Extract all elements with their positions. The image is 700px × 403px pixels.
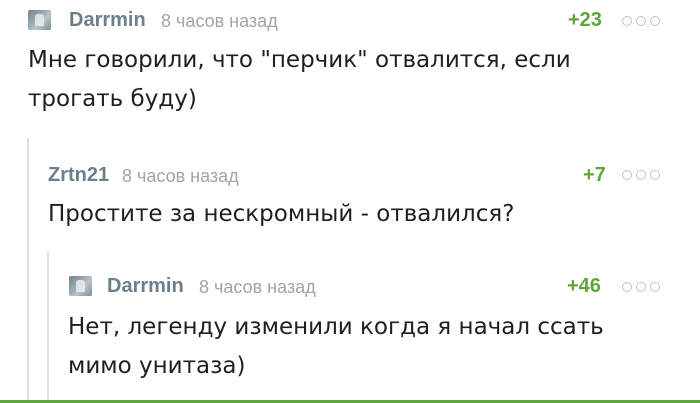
comment-author[interactable]: Darrmin: [69, 9, 146, 32]
more-options-icon[interactable]: [622, 281, 660, 293]
comment-reply: Darrmin 8 часов назад +46 Нет, легенду и…: [0, 251, 700, 403]
comment-author[interactable]: Zrtn21: [48, 164, 109, 187]
avatar[interactable]: [69, 276, 92, 296]
comment-rating: +46: [567, 275, 601, 297]
comment-text-line: Нет, легенду изменили когда я начал ссат…: [68, 314, 604, 340]
comment-reply: Zrtn21 8 часов назад +7 Простите за неск…: [0, 137, 700, 251]
comment-rating: +23: [568, 9, 602, 31]
comment-rating: +7: [583, 164, 606, 186]
more-options-icon[interactable]: [622, 169, 660, 181]
more-options-icon[interactable]: [622, 15, 660, 27]
comment-time[interactable]: 8 часов назад: [122, 166, 239, 187]
comment: Darrmin 8 часов назад +23 Мне говорили, …: [0, 0, 700, 137]
comment-time[interactable]: 8 часов назад: [199, 277, 316, 298]
comment-text-line: мимо унитаза): [68, 353, 246, 379]
comment-text: Мне говорили, что "перчик" отвалится, ес…: [28, 41, 571, 119]
comment-text-line: Мне говорили, что "перчик" отвалится, ес…: [28, 47, 571, 73]
comment-text: Простите за нескромный - отвалился?: [48, 195, 514, 234]
comment-text-line: Простите за нескромный - отвалился?: [48, 201, 515, 227]
comment-time[interactable]: 8 часов назад: [161, 11, 278, 32]
comment-text: Нет, легенду изменили когда я начал ссат…: [68, 308, 604, 386]
avatar[interactable]: [28, 10, 51, 30]
comment-author[interactable]: Darrmin: [107, 275, 184, 298]
comment-text-line: трогать буду): [28, 86, 197, 112]
